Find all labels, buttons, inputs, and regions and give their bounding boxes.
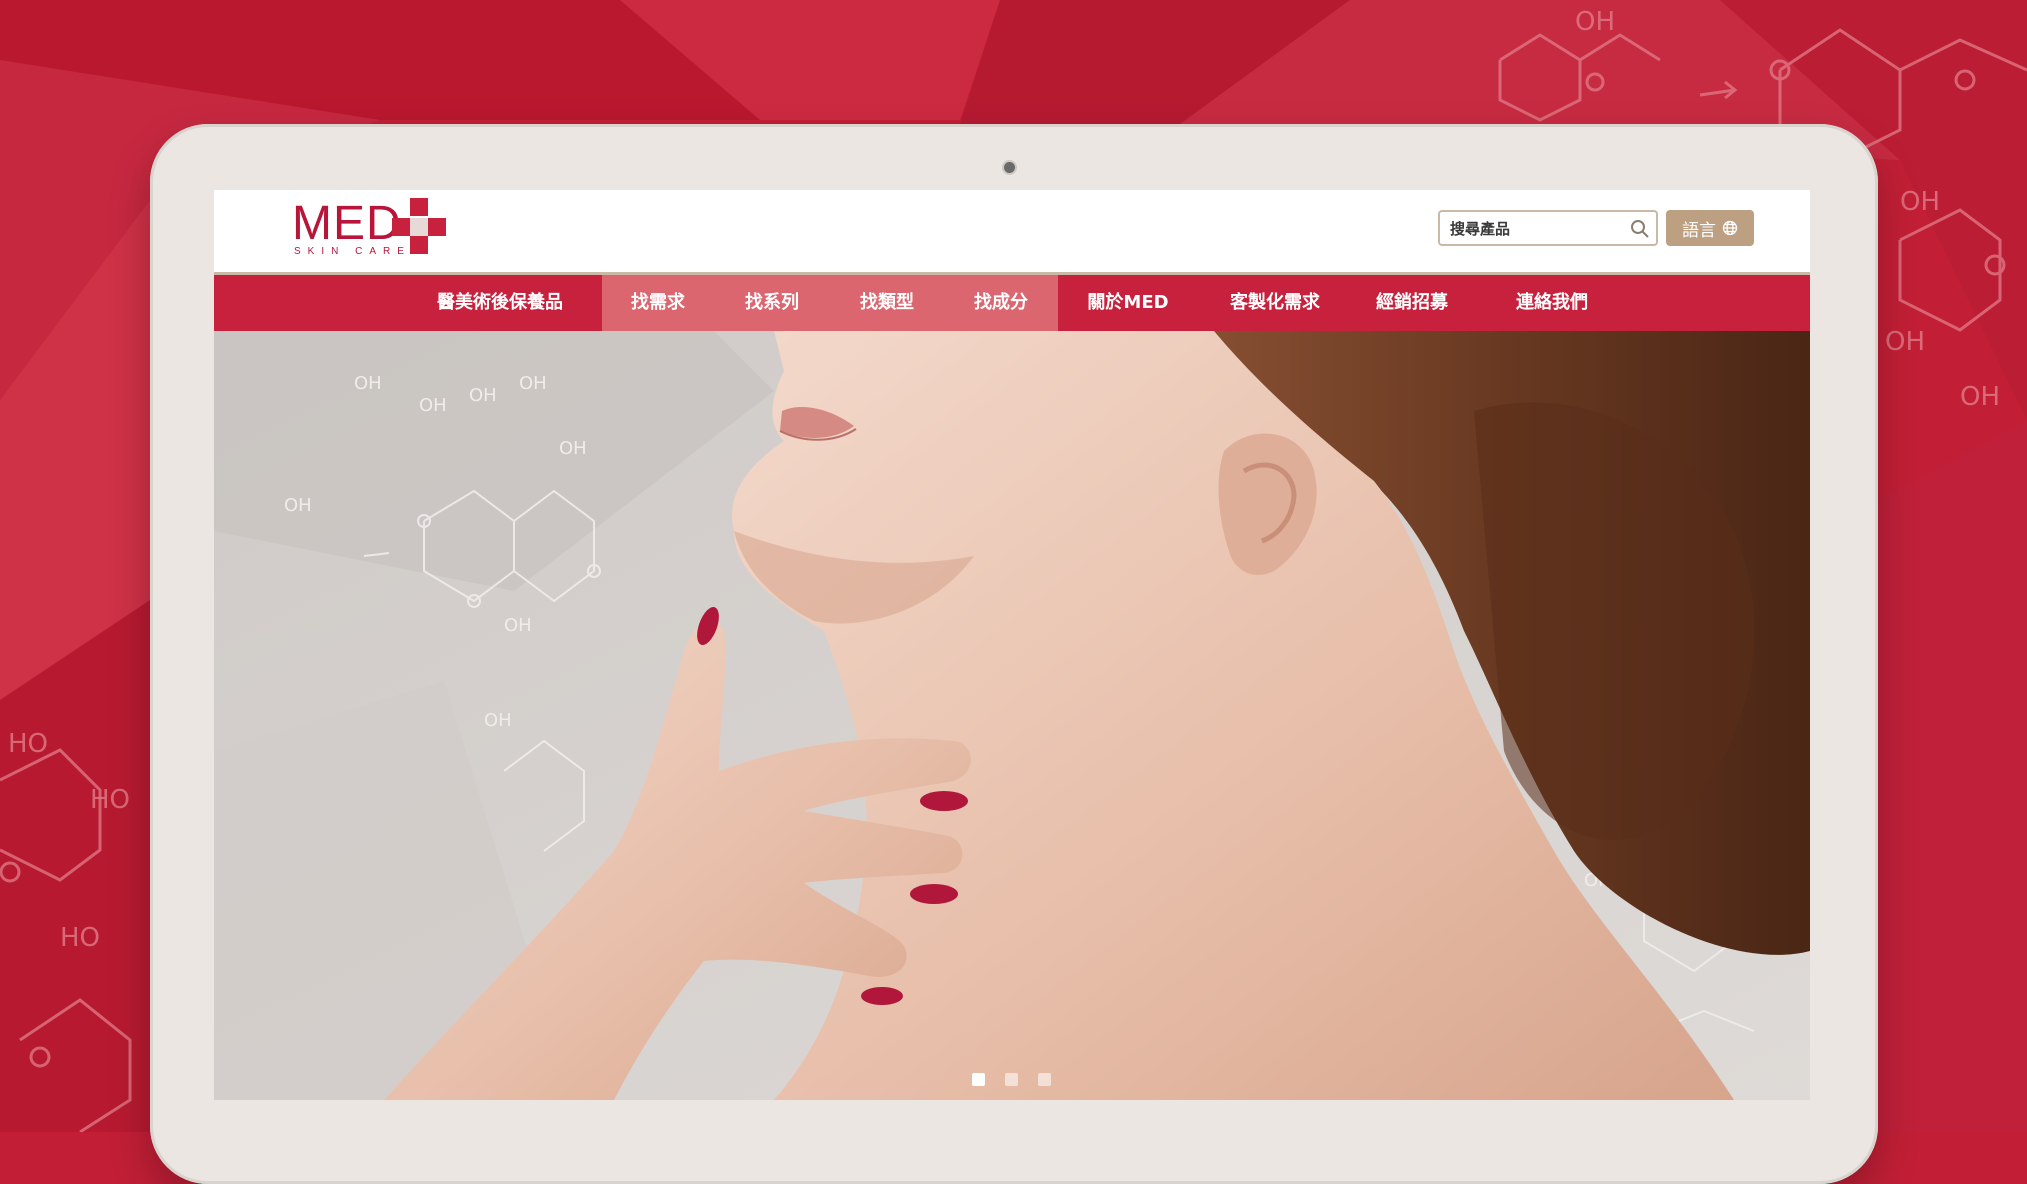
language-label: 語言 — [1682, 220, 1716, 241]
search-icon[interactable] — [1630, 219, 1650, 239]
carousel-dot-2[interactable] — [1005, 1073, 1018, 1086]
site-logo[interactable]: MED SKIN CARE — [292, 197, 446, 262]
main-navigation: 醫美術後保養品 找需求 找系列 找類型 找成分 關於MED 客製化需求 經銷招募… — [214, 275, 1810, 331]
nav-item-by-type[interactable]: 找類型 — [847, 275, 927, 331]
svg-text:OH: OH — [1960, 382, 2000, 412]
site-header: MED SKIN CARE 語言 — [214, 190, 1810, 272]
svg-text:OH: OH — [559, 438, 587, 459]
svg-text:OH: OH — [519, 373, 547, 394]
globe-icon — [1722, 220, 1738, 236]
nav-item-by-series[interactable]: 找系列 — [732, 275, 812, 331]
svg-text:OH: OH — [354, 373, 382, 394]
svg-text:OH: OH — [1885, 327, 1925, 357]
svg-text:HO: HO — [60, 923, 100, 953]
nav-item-by-need[interactable]: 找需求 — [618, 275, 698, 331]
svg-text:OH: OH — [419, 395, 447, 416]
svg-text:OH: OH — [469, 385, 497, 406]
search-box[interactable] — [1438, 210, 1658, 246]
svg-text:OH: OH — [284, 495, 312, 516]
nav-item-by-ingredient[interactable]: 找成分 — [961, 275, 1041, 331]
carousel-dot-3[interactable] — [1038, 1073, 1051, 1086]
svg-text:OH: OH — [1575, 7, 1615, 37]
svg-text:OH: OH — [484, 710, 512, 731]
nav-item-customization[interactable]: 客製化需求 — [1220, 275, 1330, 331]
website-screen: MED SKIN CARE 語言 — [214, 190, 1810, 1100]
language-button[interactable]: 語言 — [1666, 210, 1754, 246]
svg-text:HO: HO — [90, 785, 130, 815]
hero-carousel[interactable]: OH OH OH OH OH OH OH OH OH OH OH OH — [214, 331, 1810, 1100]
hero-image: OH OH OH OH OH OH OH OH OH OH OH OH — [214, 331, 1810, 1100]
camera-icon — [1004, 162, 1015, 173]
svg-text:OH: OH — [504, 615, 532, 636]
carousel-dot-1[interactable] — [972, 1073, 985, 1086]
search-input[interactable] — [1448, 217, 1622, 241]
logo-text: MED — [292, 197, 402, 250]
carousel-indicators — [972, 1073, 1051, 1086]
nav-item-contact[interactable]: 連絡我們 — [1506, 275, 1598, 331]
svg-text:HO: HO — [8, 729, 48, 759]
nav-item-post-treatment-care[interactable]: 醫美術後保養品 — [434, 275, 566, 331]
medical-cross-icon — [392, 198, 446, 254]
nav-item-about[interactable]: 關於MED — [1080, 275, 1176, 331]
nav-item-distributor[interactable]: 經銷招募 — [1366, 275, 1458, 331]
svg-text:OH: OH — [1900, 187, 1940, 217]
